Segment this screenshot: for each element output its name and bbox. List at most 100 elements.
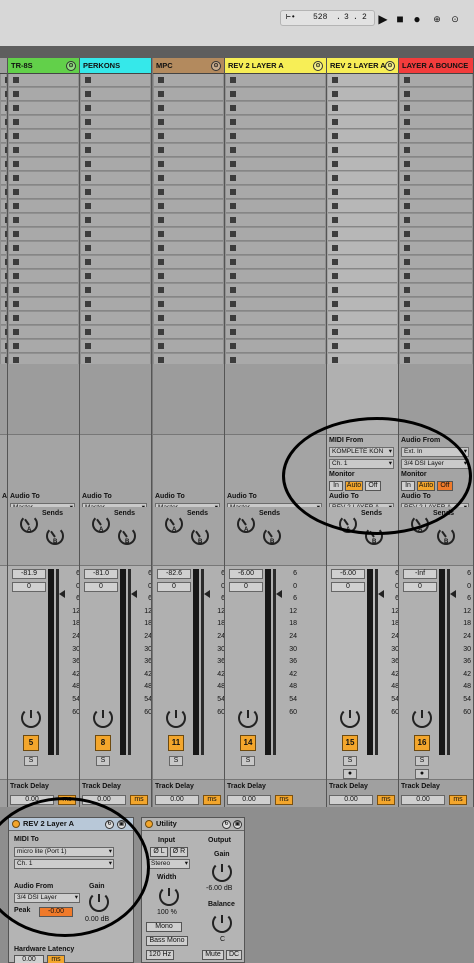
clip-slot[interactable] — [154, 102, 223, 115]
clip-slot[interactable] — [400, 116, 472, 129]
stop-clip-icon[interactable] — [332, 119, 338, 125]
clip-slot[interactable] — [400, 158, 472, 171]
mono-button[interactable]: Mono — [146, 922, 182, 932]
clip-slot[interactable] — [400, 326, 472, 339]
stop-clip-icon[interactable] — [158, 301, 164, 307]
stop-clip-icon[interactable] — [230, 343, 236, 349]
clip-slot[interactable] — [1, 326, 7, 339]
track-delay-unit[interactable]: ms — [275, 795, 293, 805]
volume-value[interactable]: 0 — [403, 582, 437, 592]
stop-clip-icon[interactable] — [85, 357, 91, 363]
clip-slot[interactable] — [81, 326, 150, 339]
stop-clip-icon[interactable] — [13, 147, 19, 153]
clip-slot[interactable] — [9, 158, 78, 171]
clip-slot[interactable] — [81, 116, 150, 129]
clip-slot[interactable] — [1, 88, 7, 101]
track-delay-value[interactable]: 0.00 — [329, 795, 373, 805]
clip-slot[interactable] — [9, 326, 78, 339]
pan-knob[interactable] — [238, 708, 258, 728]
clip-slot[interactable] — [9, 200, 78, 213]
stop-clip-icon[interactable] — [230, 119, 236, 125]
clip-slot[interactable] — [328, 116, 397, 129]
clip-slot[interactable] — [1, 102, 7, 115]
stop-clip-icon[interactable] — [230, 287, 236, 293]
clip-slot[interactable] — [400, 172, 472, 185]
pan-knob[interactable] — [412, 708, 432, 728]
peak-level[interactable]: -82.6 — [157, 569, 191, 579]
save-preset-icon[interactable]: ▣ — [233, 820, 242, 829]
clip-slot[interactable] — [226, 144, 325, 157]
track-activator[interactable]: 15 — [342, 735, 358, 751]
midi-to-channel[interactable]: Ch. 1 — [14, 859, 114, 869]
clip-slot[interactable] — [328, 200, 397, 213]
track-title[interactable]: PERKONS — [80, 58, 151, 74]
clip-slot[interactable] — [9, 242, 78, 255]
clip-slot[interactable] — [81, 340, 150, 353]
clip-slot[interactable] — [328, 144, 397, 157]
stop-clip-icon[interactable] — [85, 175, 91, 181]
clip-slot[interactable] — [226, 200, 325, 213]
clip-slot[interactable] — [9, 130, 78, 143]
fold-icon[interactable]: ⊙ — [211, 61, 221, 71]
clip-slot[interactable] — [400, 228, 472, 241]
clip-slot[interactable] — [81, 298, 150, 311]
stop-clip-icon[interactable] — [332, 133, 338, 139]
stop-clip-icon[interactable] — [332, 189, 338, 195]
midi-from-device[interactable]: KOMPLETE KON — [329, 447, 394, 457]
fold-icon[interactable]: ⊙ — [313, 61, 323, 71]
clip-slot[interactable] — [226, 74, 325, 87]
clip-slot[interactable] — [328, 172, 397, 185]
clip-slot[interactable] — [1, 214, 7, 227]
clip-slot[interactable] — [154, 256, 223, 269]
clip-slot[interactable] — [9, 186, 78, 199]
clip-slot[interactable] — [154, 74, 223, 87]
clip-slot[interactable] — [328, 242, 397, 255]
clip-slot[interactable] — [81, 172, 150, 185]
automation-icon[interactable]: ⊙ — [448, 12, 462, 26]
stop-clip-icon[interactable] — [13, 161, 19, 167]
clip-slot[interactable] — [154, 228, 223, 241]
utility-device[interactable]: Utility ↻ ▣ Input Output Ø L Ø R Stereo … — [141, 817, 245, 963]
stop-clip-icon[interactable] — [230, 133, 236, 139]
stop-clip-icon[interactable] — [85, 245, 91, 251]
stop-clip-icon[interactable] — [230, 231, 236, 237]
clip-slot[interactable] — [154, 298, 223, 311]
clip-slot[interactable] — [328, 130, 397, 143]
stop-clip-icon[interactable] — [85, 301, 91, 307]
stop-clip-icon[interactable] — [332, 175, 338, 181]
record-icon[interactable]: ● — [410, 12, 424, 26]
clip-slot[interactable] — [400, 186, 472, 199]
stop-clip-icon[interactable] — [332, 105, 338, 111]
clip-slot[interactable] — [328, 214, 397, 227]
clip-slot[interactable] — [1, 200, 7, 213]
pan-knob[interactable] — [93, 708, 113, 728]
position-beat[interactable]: 3 — [344, 11, 349, 25]
clip-slot[interactable] — [154, 88, 223, 101]
peak-level[interactable]: -81.0 — [84, 569, 118, 579]
stop-clip-icon[interactable] — [404, 203, 410, 209]
stop-clip-icon[interactable] — [404, 133, 410, 139]
clip-slot[interactable] — [154, 270, 223, 283]
stop-clip-icon[interactable] — [404, 91, 410, 97]
stop-clip-icon[interactable] — [332, 245, 338, 251]
stop-clip-icon[interactable] — [85, 161, 91, 167]
stop-clip-icon[interactable] — [332, 287, 338, 293]
clip-slot[interactable] — [400, 214, 472, 227]
stop-clip-icon[interactable] — [158, 329, 164, 335]
stop-clip-icon[interactable] — [13, 189, 19, 195]
stop-clip-icon[interactable] — [230, 315, 236, 321]
clip-slot[interactable] — [1, 256, 7, 269]
stop-clip-icon[interactable] — [332, 357, 338, 363]
bass-mono-frequency[interactable]: 120 Hz — [146, 950, 174, 960]
stop-clip-icon[interactable] — [332, 301, 338, 307]
gain-value[interactable]: 0.00 dB — [85, 916, 109, 923]
stop-clip-icon[interactable] — [158, 287, 164, 293]
monitor-off-button[interactable]: Off — [437, 481, 453, 491]
clip-slot[interactable] — [9, 340, 78, 353]
stop-clip-icon[interactable] — [230, 77, 236, 83]
stop-clip-icon[interactable] — [13, 245, 19, 251]
stop-clip-icon[interactable] — [158, 217, 164, 223]
clip-slot[interactable] — [226, 102, 325, 115]
clip-slot[interactable] — [1, 312, 7, 325]
stop-clip-icon[interactable] — [158, 175, 164, 181]
